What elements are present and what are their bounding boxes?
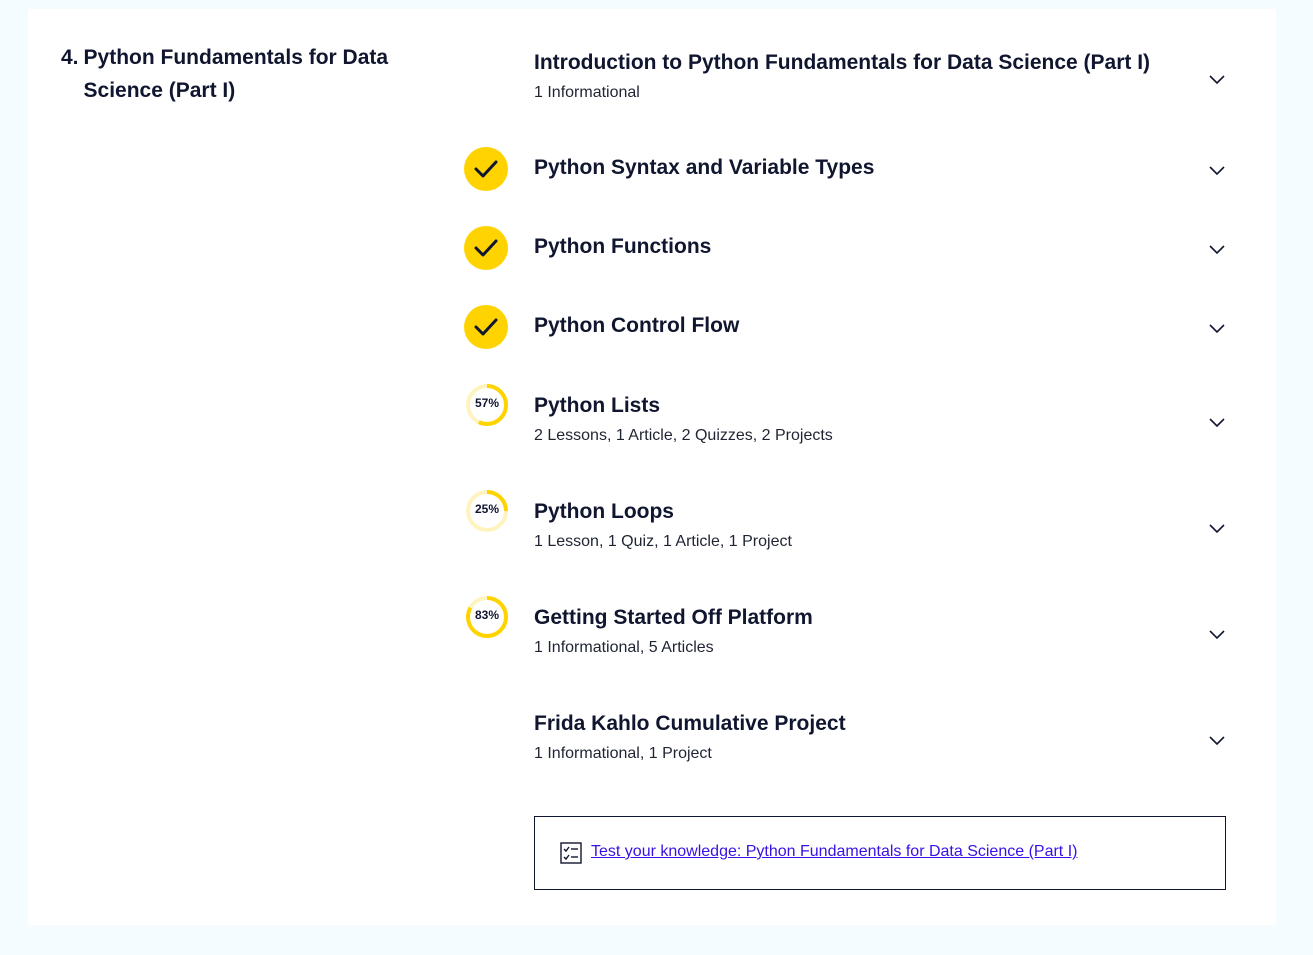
chevron-down-icon[interactable]	[1208, 73, 1226, 85]
progress-ring: 25%	[464, 488, 510, 534]
status-progress: 25%	[464, 488, 510, 534]
complete-badge	[464, 305, 508, 349]
status-complete	[464, 305, 510, 351]
chevron-down-icon[interactable]	[1208, 164, 1226, 176]
chevron-down-icon[interactable]	[1208, 243, 1226, 255]
item-title: Introduction to Python Fundamentals for …	[534, 51, 1151, 74]
module-name: Python Fundamentals for Data Science (Pa…	[83, 46, 389, 102]
chevron-down-icon[interactable]	[1208, 416, 1226, 428]
item-title: Python Lists	[534, 394, 661, 417]
progress-ring: 57%	[464, 382, 510, 428]
test-knowledge-link[interactable]: Test your knowledge: Python Fundamentals…	[591, 843, 1077, 861]
chevron-down-icon[interactable]	[1208, 734, 1226, 746]
chevron-down-icon[interactable]	[1208, 628, 1226, 640]
module-number: 4.	[61, 46, 79, 69]
item-title: Python Functions	[534, 235, 712, 258]
item-subtitle: 1 Informational, 5 Articles	[534, 639, 714, 656]
complete-badge	[464, 147, 508, 191]
checklist-icon	[560, 842, 582, 864]
syllabus-item-control-flow[interactable]: Python Control Flow	[458, 303, 1238, 353]
knowledge-check-box: Test your knowledge: Python Fundamentals…	[534, 816, 1226, 890]
item-title: Frida Kahlo Cumulative Project	[534, 712, 846, 735]
module-title: 4. Python Fundamentals for Data Science …	[61, 41, 421, 107]
item-subtitle: 2 Lessons, 1 Article, 2 Quizzes, 2 Proje…	[534, 427, 833, 444]
syllabus-item-syntax[interactable]: Python Syntax and Variable Types	[458, 145, 1238, 195]
syllabus-item-off-platform[interactable]: 83% Getting Started Off Platform 1 Infor…	[458, 594, 1238, 664]
syllabus-item-loops[interactable]: 25% Python Loops 1 Lesson, 1 Quiz, 1 Art…	[458, 488, 1238, 558]
item-subtitle: 1 Lesson, 1 Quiz, 1 Article, 1 Project	[534, 533, 792, 550]
syllabus-item-cumulative-project[interactable]: Frida Kahlo Cumulative Project 1 Informa…	[458, 700, 1238, 770]
progress-label: 25%	[474, 502, 500, 516]
check-icon	[474, 239, 498, 257]
status-complete	[464, 147, 510, 193]
progress-label: 83%	[474, 608, 500, 622]
progress-ring: 83%	[464, 594, 510, 640]
item-title: Python Loops	[534, 500, 674, 523]
syllabus-item-lists[interactable]: 57% Python Lists 2 Lessons, 1 Article, 2…	[458, 382, 1238, 452]
complete-badge	[464, 226, 508, 270]
check-icon	[474, 160, 498, 178]
check-icon	[474, 318, 498, 336]
item-title: Getting Started Off Platform	[534, 606, 813, 629]
item-subtitle: 1 Informational, 1 Project	[534, 745, 712, 762]
progress-label: 57%	[474, 396, 500, 410]
status-progress: 83%	[464, 594, 510, 640]
syllabus-item-intro[interactable]: Introduction to Python Fundamentals for …	[458, 45, 1238, 115]
syllabus-item-functions[interactable]: Python Functions	[458, 224, 1238, 274]
item-title: Python Syntax and Variable Types	[534, 156, 875, 179]
status-complete	[464, 226, 510, 272]
status-progress: 57%	[464, 382, 510, 428]
item-title: Python Control Flow	[534, 314, 740, 337]
chevron-down-icon[interactable]	[1208, 322, 1226, 334]
item-subtitle: 1 Informational	[534, 84, 640, 101]
chevron-down-icon[interactable]	[1208, 522, 1226, 534]
module-card: 4. Python Fundamentals for Data Science …	[28, 9, 1276, 925]
